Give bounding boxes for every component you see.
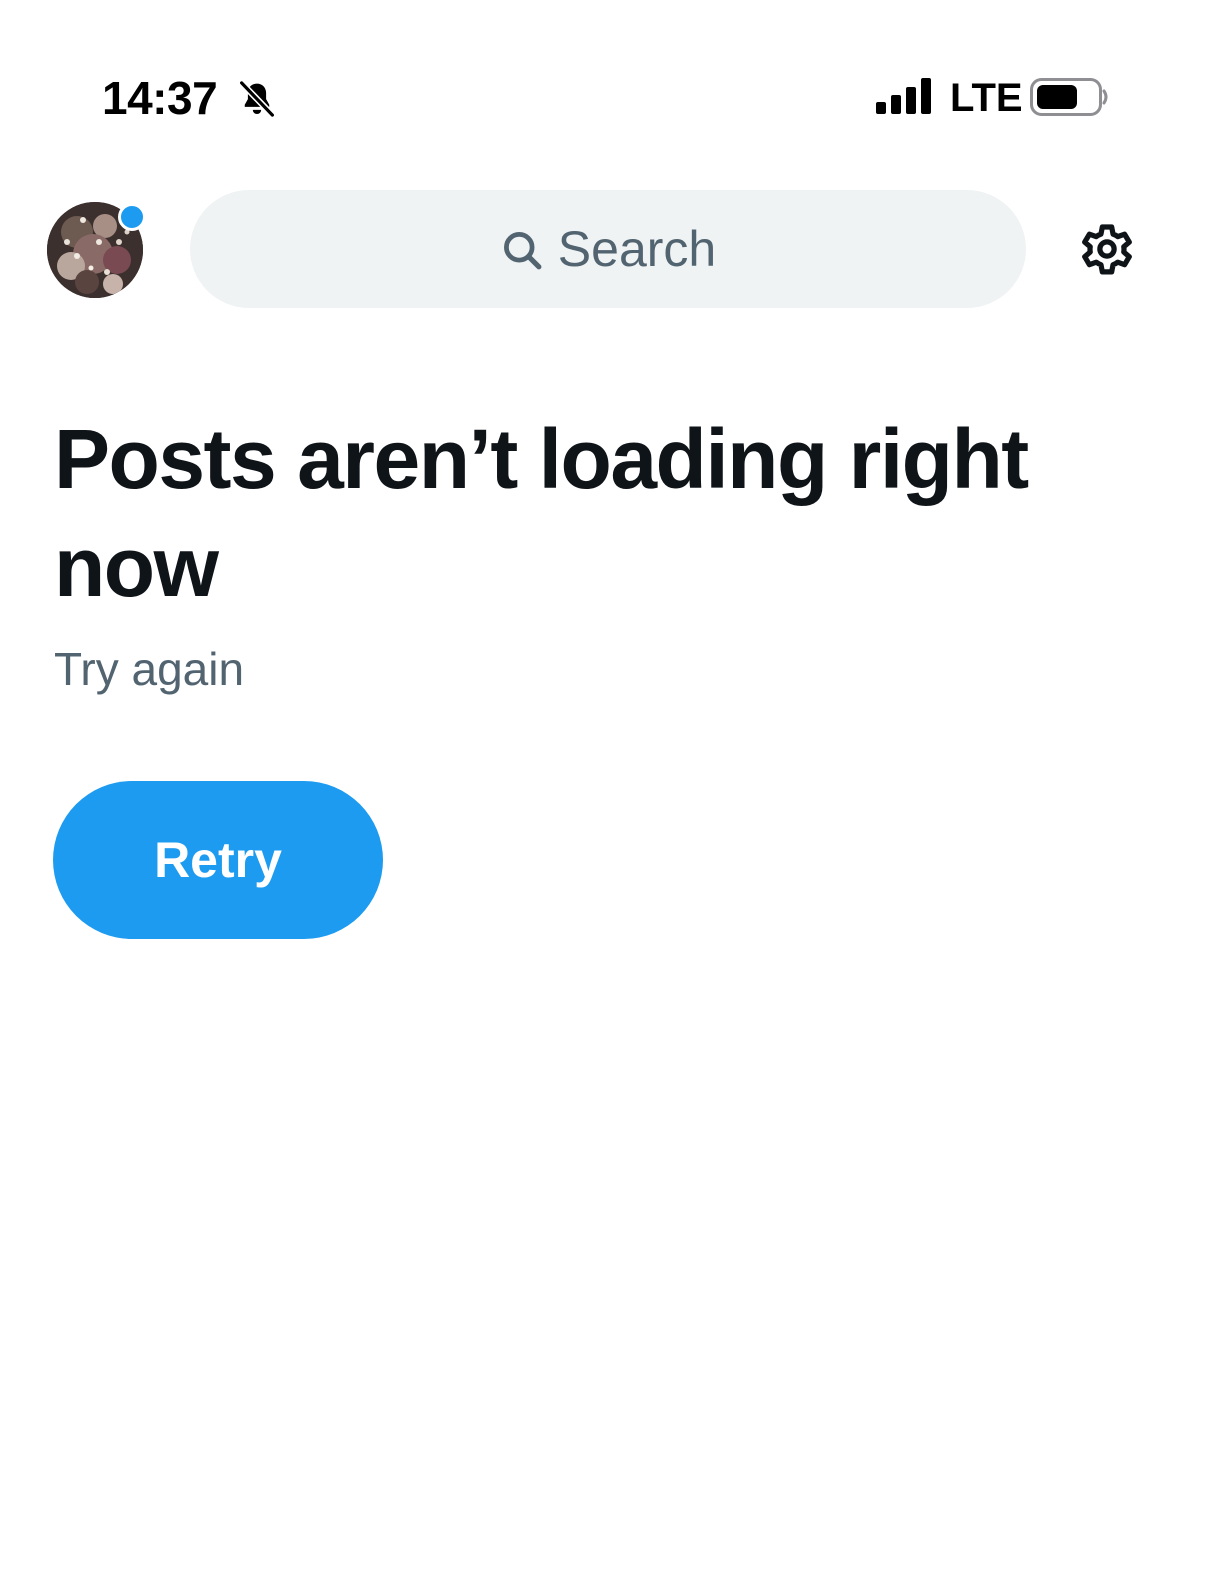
notification-dot — [118, 203, 146, 231]
network-type: LTE — [950, 76, 1023, 120]
gear-icon[interactable] — [1074, 216, 1140, 282]
search-icon — [503, 232, 542, 270]
status-bar: 14:37 LTE — [0, 0, 1206, 160]
status-time: 14:37 — [102, 72, 218, 124]
bell-slash-icon — [238, 79, 276, 119]
battery-icon — [1030, 78, 1108, 116]
retry-button[interactable]: Retry — [53, 781, 383, 939]
search-bar[interactable]: Search — [190, 190, 1026, 308]
cellular-signal-icon — [876, 78, 931, 114]
search-placeholder: Search — [557, 221, 717, 277]
error-title: Posts aren’t loading right now — [54, 412, 1029, 614]
error-subtitle: Try again — [54, 643, 245, 695]
